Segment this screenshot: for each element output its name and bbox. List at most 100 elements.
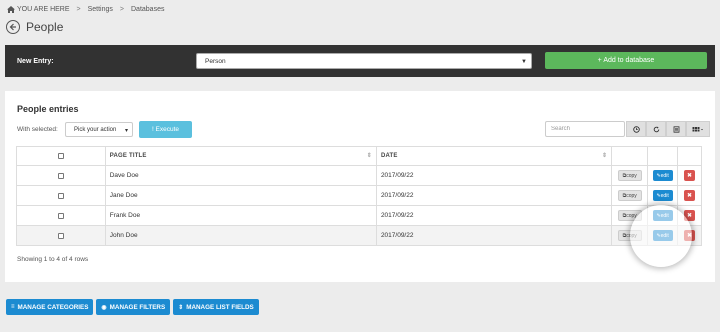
header-page-title[interactable]: PAGE TITLE ⇕ xyxy=(104,147,376,165)
edit-button[interactable]: ✎ edit xyxy=(652,210,673,221)
row-edit-cell: ✎ edit xyxy=(647,226,677,245)
breadcrumb-item-databases[interactable]: Databases xyxy=(131,6,164,13)
sort-icon: ⇕ xyxy=(602,153,608,159)
table-row: John Doe 2017/09/22 ⧉ copy ✎ edit ✖ xyxy=(17,225,701,245)
breadcrumb-item-settings[interactable]: Settings xyxy=(88,6,113,13)
entry-type-value: Person xyxy=(205,57,226,65)
row-checkbox[interactable] xyxy=(57,192,64,199)
execute-button[interactable]: ! Execute xyxy=(139,121,192,138)
back-arrow-icon[interactable] xyxy=(6,20,20,34)
delete-button[interactable]: ✖ xyxy=(684,190,696,201)
row-delete-cell: ✖ xyxy=(677,186,701,205)
add-to-database-button[interactable]: + Add to database xyxy=(545,52,707,69)
eye-icon: ◉ xyxy=(101,304,107,311)
copy-label: copy xyxy=(626,172,637,179)
list-icon[interactable] xyxy=(666,121,686,137)
row-copy-cell: ⧉ copy xyxy=(611,206,647,225)
copy-label: copy xyxy=(626,212,637,219)
manage-list-fields-button[interactable]: ⇕ MANAGE LIST FIELDS xyxy=(173,299,259,315)
row-date: 2017/09/22 xyxy=(375,186,611,205)
delete-button[interactable]: ✖ xyxy=(684,170,696,181)
row-checkbox[interactable] xyxy=(57,212,64,219)
edit-button[interactable]: ✎ edit xyxy=(652,230,673,241)
copy-button[interactable]: ⧉ copy xyxy=(617,190,642,201)
row-edit-cell: ✎ edit xyxy=(647,186,677,205)
manage-categories-label: MANAGE CATEGORIES xyxy=(17,303,89,311)
copy-button[interactable]: ⧉ copy xyxy=(617,210,642,221)
row-edit-cell: ✎ edit xyxy=(647,166,677,185)
row-select-cell xyxy=(17,166,105,185)
chevron-down-icon: ▼ xyxy=(521,59,527,65)
manage-list-fields-label: MANAGE LIST FIELDS xyxy=(186,303,254,311)
home-icon[interactable] xyxy=(7,5,15,13)
with-selected-label: With selected: xyxy=(17,126,58,133)
sort-icon: ⇕ xyxy=(366,153,372,159)
row-title: John Doe xyxy=(104,226,376,245)
entries-table: PAGE TITLE ⇕ DATE ⇕ Dave Doe 2017/09/22 … xyxy=(16,146,702,246)
entry-type-select[interactable]: Person ▼ xyxy=(196,53,532,69)
bulk-action-value: Pick your action xyxy=(74,126,117,133)
header-copy-cell xyxy=(611,147,647,165)
new-entry-label: New Entry: xyxy=(17,57,54,65)
edit-button[interactable]: ✎ edit xyxy=(652,190,673,201)
delete-button[interactable]: ✖ xyxy=(684,210,696,221)
search-input[interactable] xyxy=(545,121,625,137)
edit-label: edit xyxy=(660,172,669,179)
bulk-action-select[interactable]: Pick your action ▾ xyxy=(65,122,133,137)
manage-filters-button[interactable]: ◉ MANAGE FILTERS xyxy=(96,299,171,315)
sort-icon: ⇕ xyxy=(178,304,184,311)
edit-button[interactable]: ✎ edit xyxy=(652,170,673,181)
row-delete-cell: ✖ xyxy=(677,206,701,225)
row-select-cell xyxy=(17,206,105,225)
bottom-actions: ≡ MANAGE CATEGORIES ◉ MANAGE FILTERS ⇕ M… xyxy=(6,299,259,315)
page-title: People xyxy=(26,20,64,34)
header-edit-cell xyxy=(647,147,677,165)
row-delete-cell: ✖ xyxy=(677,226,701,245)
row-date: 2017/09/22 xyxy=(375,206,611,225)
copy-button[interactable]: ⧉ copy xyxy=(617,170,642,181)
chevron-down-icon: ▾ xyxy=(124,128,128,134)
copy-label: copy xyxy=(626,192,637,199)
row-checkbox[interactable] xyxy=(57,232,64,239)
clock-icon[interactable] xyxy=(626,121,646,137)
row-select-cell xyxy=(17,226,105,245)
table-row: Jane Doe 2017/09/22 ⧉ copy ✎ edit ✖ xyxy=(17,185,701,205)
new-entry-bar: New Entry: Person ▼ + Add to database xyxy=(5,45,715,77)
panel-title: People entries xyxy=(17,104,79,114)
header-select-cell xyxy=(17,147,105,165)
breadcrumb-separator: > xyxy=(76,5,81,13)
list-icon: ≡ xyxy=(11,304,15,310)
table-row: Frank Doe 2017/09/22 ⧉ copy ✎ edit ✖ xyxy=(17,205,701,225)
delete-button[interactable]: ✖ xyxy=(684,230,696,241)
breadcrumb-separator: > xyxy=(119,5,124,13)
header-page-title-label: PAGE TITLE xyxy=(109,153,147,159)
row-date: 2017/09/22 xyxy=(375,166,611,185)
manage-categories-button[interactable]: ≡ MANAGE CATEGORIES xyxy=(6,299,94,315)
header-date-label: DATE xyxy=(380,153,398,159)
refresh-icon[interactable] xyxy=(646,121,666,137)
header-date[interactable]: DATE ⇕ xyxy=(375,147,611,165)
table-toolbar xyxy=(626,121,710,137)
edit-label: edit xyxy=(660,232,669,239)
edit-label: edit xyxy=(660,192,669,199)
header-delete-cell xyxy=(677,147,701,165)
manage-filters-label: MANAGE FILTERS xyxy=(109,303,166,311)
edit-label: edit xyxy=(660,212,669,219)
row-delete-cell: ✖ xyxy=(677,166,701,185)
row-title: Frank Doe xyxy=(104,206,376,225)
grid-icon[interactable] xyxy=(686,121,710,137)
copy-button[interactable]: ⧉ copy xyxy=(617,230,642,241)
table-header-row: PAGE TITLE ⇕ DATE ⇕ xyxy=(17,147,701,165)
select-all-checkbox[interactable] xyxy=(57,153,64,159)
row-title: Jane Doe xyxy=(104,186,376,205)
page-header: People xyxy=(6,18,63,36)
row-date: 2017/09/22 xyxy=(375,226,611,245)
row-select-cell xyxy=(17,186,105,205)
breadcrumb-home-label: YOU ARE HERE xyxy=(17,5,70,13)
table-row: Dave Doe 2017/09/22 ⧉ copy ✎ edit ✖ xyxy=(17,165,701,185)
row-copy-cell: ⧉ copy xyxy=(611,186,647,205)
row-edit-cell: ✎ edit xyxy=(647,206,677,225)
row-copy-cell: ⧉ copy xyxy=(611,166,647,185)
row-checkbox[interactable] xyxy=(57,172,64,179)
copy-label: copy xyxy=(626,232,637,239)
